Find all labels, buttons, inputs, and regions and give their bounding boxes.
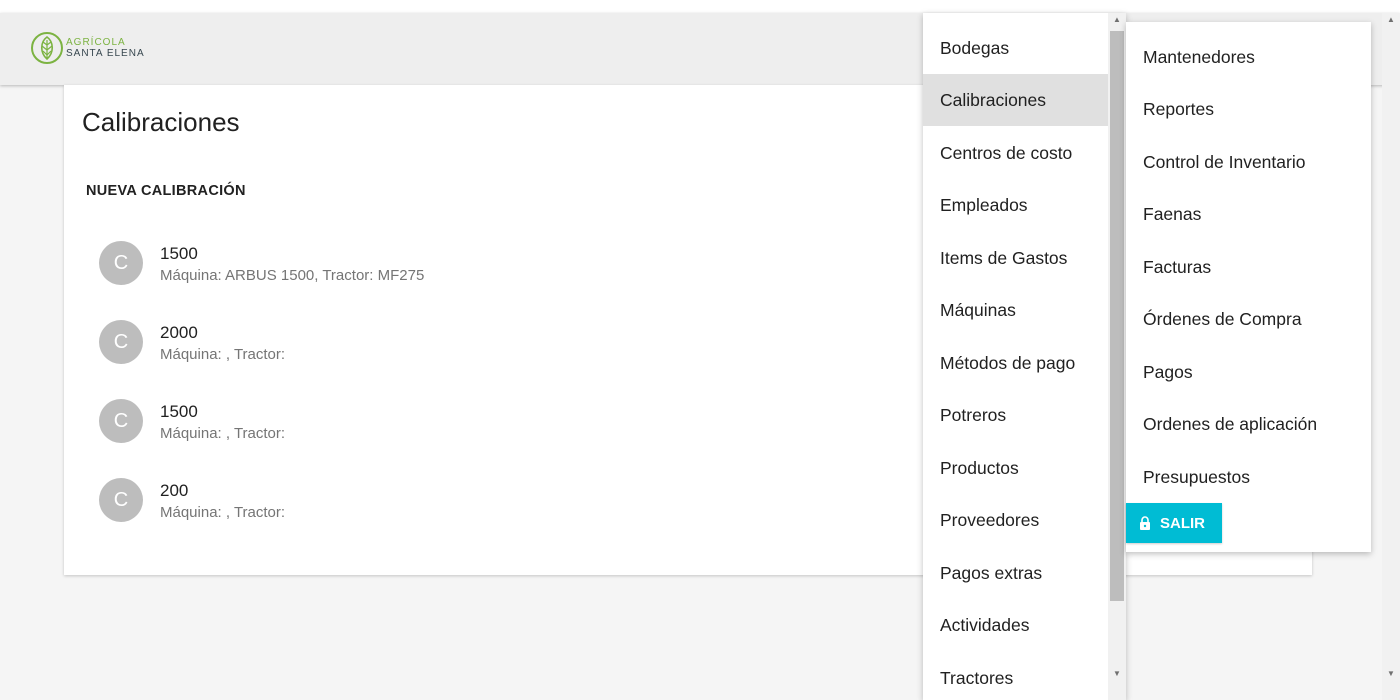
menu-item-proveedores[interactable]: Proveedores bbox=[923, 494, 1108, 546]
item-subtitle: Máquina: , Tractor: bbox=[160, 425, 286, 442]
menu-item-metodos-de-pago[interactable]: Métodos de pago bbox=[923, 337, 1108, 389]
menu-item-reportes[interactable]: Reportes bbox=[1126, 83, 1371, 135]
list-item[interactable]: C 1500 Máquina: , Tractor: bbox=[99, 393, 899, 472]
logout-button[interactable]: SALIR bbox=[1126, 503, 1222, 543]
list-item[interactable]: C 2000 Máquina: , Tractor: bbox=[99, 314, 899, 393]
menu-item-pagos[interactable]: Pagos bbox=[1126, 346, 1371, 398]
menu-item-tractores[interactable]: Tractores bbox=[923, 652, 1108, 700]
mantenedores-submenu: Bodegas Calibraciones Centros de costo E… bbox=[923, 13, 1126, 700]
menu-item-calibraciones[interactable]: Calibraciones bbox=[923, 74, 1108, 126]
menu-item-pagos-extras[interactable]: Pagos extras bbox=[923, 547, 1108, 599]
menu-item-maquinas[interactable]: Máquinas bbox=[923, 284, 1108, 336]
menu-item-control-de-inventario[interactable]: Control de Inventario bbox=[1126, 136, 1371, 188]
scroll-up-arrow-icon[interactable]: ▲ bbox=[1108, 15, 1126, 29]
leaf-icon bbox=[31, 32, 63, 64]
item-title: 2000 bbox=[160, 323, 198, 342]
menu-item-mantenedores[interactable]: Mantenedores bbox=[1126, 31, 1371, 83]
avatar: C bbox=[99, 320, 143, 364]
page-scroll-down-arrow-icon[interactable]: ▼ bbox=[1382, 669, 1400, 683]
menu-item-potreros[interactable]: Potreros bbox=[923, 389, 1108, 441]
main-menu: Mantenedores Reportes Control de Inventa… bbox=[1126, 22, 1371, 552]
logout-label: SALIR bbox=[1160, 514, 1205, 532]
scroll-thumb[interactable] bbox=[1110, 31, 1124, 601]
logo[interactable]: AGRÍCOLA SANTA ELENA bbox=[30, 31, 145, 65]
logo-line-2: SANTA ELENA bbox=[66, 48, 145, 59]
menu-item-centros-de-costo[interactable]: Centros de costo bbox=[923, 127, 1108, 179]
page-scrollbar[interactable]: ▲ ▼ bbox=[1382, 13, 1400, 700]
menu-item-facturas[interactable]: Facturas bbox=[1126, 241, 1371, 293]
avatar: C bbox=[99, 399, 143, 443]
calibrations-list: C 1500 Máquina: ARBUS 1500, Tractor: MF2… bbox=[99, 235, 899, 551]
item-subtitle: Máquina: , Tractor: bbox=[160, 504, 286, 521]
menu-item-productos[interactable]: Productos bbox=[923, 442, 1108, 494]
item-subtitle: Máquina: , Tractor: bbox=[160, 346, 286, 363]
menu-item-empleados[interactable]: Empleados bbox=[923, 179, 1108, 231]
list-item[interactable]: C 1500 Máquina: ARBUS 1500, Tractor: MF2… bbox=[99, 235, 899, 314]
menu-item-bodegas[interactable]: Bodegas bbox=[923, 22, 1108, 74]
logo-line-1: AGRÍCOLA bbox=[66, 37, 126, 48]
top-strip bbox=[0, 0, 1400, 13]
menu-scrollbar[interactable]: ▲ ▼ bbox=[1108, 13, 1126, 700]
page-scroll-up-arrow-icon[interactable]: ▲ bbox=[1382, 15, 1400, 29]
menu-item-ordenes-de-compra[interactable]: Órdenes de Compra bbox=[1126, 293, 1371, 345]
item-title: 200 bbox=[160, 481, 189, 500]
avatar: C bbox=[99, 241, 143, 285]
menu-item-faenas[interactable]: Faenas bbox=[1126, 188, 1371, 240]
menu-item-presupuestos[interactable]: Presupuestos bbox=[1126, 451, 1371, 503]
item-title: 1500 bbox=[160, 402, 198, 421]
avatar: C bbox=[99, 478, 143, 522]
scroll-down-arrow-icon[interactable]: ▼ bbox=[1108, 669, 1126, 683]
menu-item-ordenes-de-aplicacion[interactable]: Ordenes de aplicación bbox=[1126, 398, 1371, 450]
page-title: Calibraciones bbox=[82, 107, 240, 137]
item-title: 1500 bbox=[160, 244, 198, 263]
menu-item-items-de-gastos[interactable]: Items de Gastos bbox=[923, 232, 1108, 284]
menu-item-actividades[interactable]: Actividades bbox=[923, 599, 1108, 651]
list-item[interactable]: C 200 Máquina: , Tractor: bbox=[99, 472, 899, 551]
item-subtitle: Máquina: ARBUS 1500, Tractor: MF275 bbox=[160, 267, 425, 284]
new-calibration-button[interactable]: NUEVA CALIBRACIÓN bbox=[86, 183, 246, 199]
lock-icon bbox=[1140, 516, 1150, 530]
